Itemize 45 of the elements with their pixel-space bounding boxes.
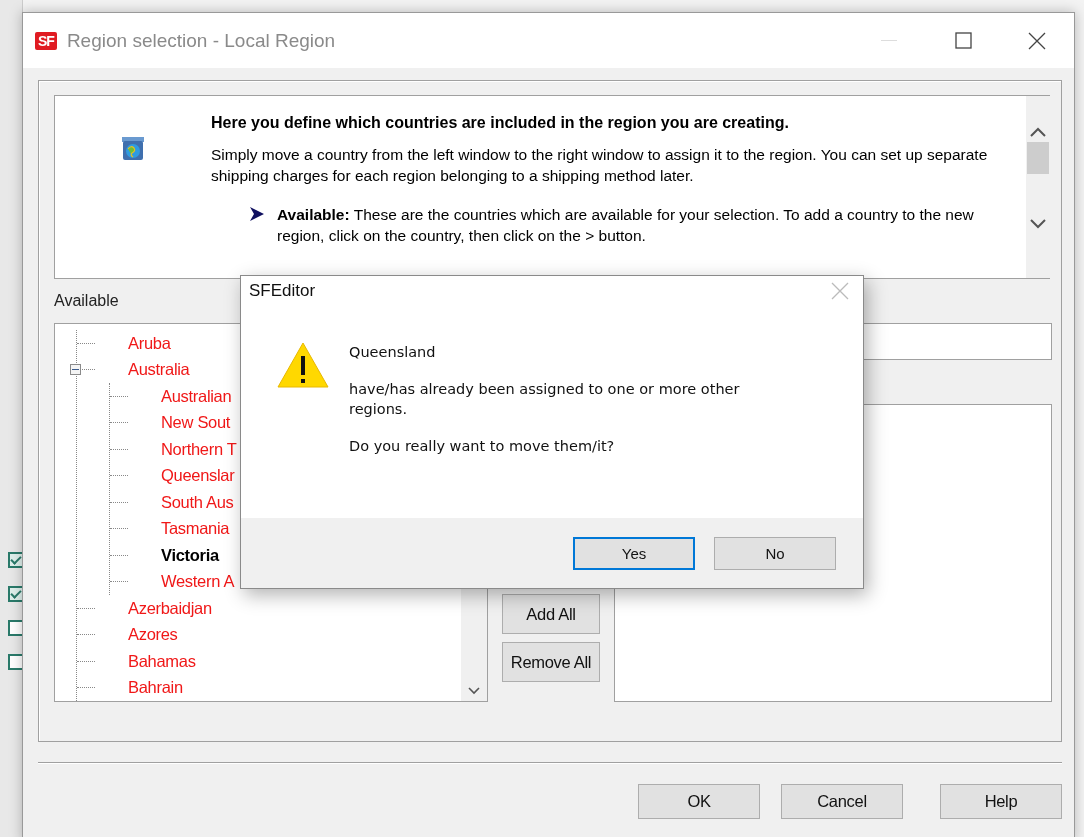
chevron-down-icon bbox=[468, 687, 480, 695]
tree-item[interactable]: Western A bbox=[161, 572, 235, 592]
close-button[interactable] bbox=[831, 282, 849, 300]
app-logo: SF bbox=[35, 31, 57, 50]
question-text: Do you really want to move them/it? bbox=[349, 437, 616, 456]
tree-item[interactable]: Queenslar bbox=[161, 466, 235, 486]
scrollbar[interactable] bbox=[1026, 96, 1050, 278]
maximize-icon bbox=[954, 32, 972, 49]
tree-item[interactable]: Tasmania bbox=[161, 519, 230, 539]
move-button[interactable]: Remove All bbox=[502, 642, 600, 682]
minimize-icon bbox=[881, 39, 897, 42]
help-bullet: Available: These are the countries which are available for your selection. To add a country to the new region, click on the country, then click on the > button. bbox=[277, 205, 975, 246]
window-title: Region selection - Local Region bbox=[66, 29, 336, 52]
dialog-button[interactable]: OK bbox=[638, 784, 760, 819]
move-button[interactable]: Add All bbox=[502, 594, 600, 634]
warning-icon bbox=[277, 342, 329, 388]
tree-item[interactable]: Azores bbox=[128, 625, 178, 645]
tree-item[interactable]: Aruba bbox=[128, 333, 171, 353]
close-icon bbox=[831, 282, 849, 300]
help-paragraph: Simply move a country from the left window to the right window to assign it to the region. You can set up separate shipping charges for each region belonging to a shipping method later. bbox=[211, 145, 989, 186]
chevron-up-icon bbox=[1030, 126, 1046, 138]
tree-item[interactable]: New Sout bbox=[161, 413, 231, 433]
help-heading: Here you define which countries are included in the region you are creating. bbox=[211, 114, 790, 132]
tree-item[interactable]: Northern T bbox=[161, 439, 237, 459]
tree-item[interactable]: Australian bbox=[161, 386, 232, 406]
chevron-down-icon bbox=[1030, 218, 1046, 230]
tree-item[interactable]: Bahamas bbox=[128, 651, 196, 671]
message-text: have/has already been assigned to one or more other regions. bbox=[349, 380, 741, 419]
globe-box-icon bbox=[120, 136, 146, 162]
dialog-button[interactable]: Cancel bbox=[781, 784, 903, 819]
collapse-icon[interactable] bbox=[70, 363, 81, 375]
available-label: Available bbox=[54, 292, 120, 311]
dialog-button[interactable]: No bbox=[714, 536, 836, 570]
tree-item[interactable]: South Aus bbox=[161, 492, 234, 512]
tree-item[interactable]: Victoria bbox=[161, 545, 219, 565]
dialog-title: SFEditor bbox=[249, 281, 316, 301]
close-icon bbox=[1028, 31, 1046, 50]
tree-item[interactable]: Bahrain bbox=[128, 678, 183, 698]
scrollbar-thumb[interactable] bbox=[1027, 142, 1049, 174]
arrow-bullet-icon bbox=[249, 206, 265, 222]
tree-item[interactable]: Australia bbox=[128, 360, 190, 380]
item-name: Queensland bbox=[349, 343, 437, 362]
dialog-button[interactable]: Help bbox=[940, 784, 1062, 819]
dialog-button[interactable]: Yes bbox=[573, 536, 695, 570]
tree-item[interactable]: Azerbaidjan bbox=[128, 598, 212, 618]
